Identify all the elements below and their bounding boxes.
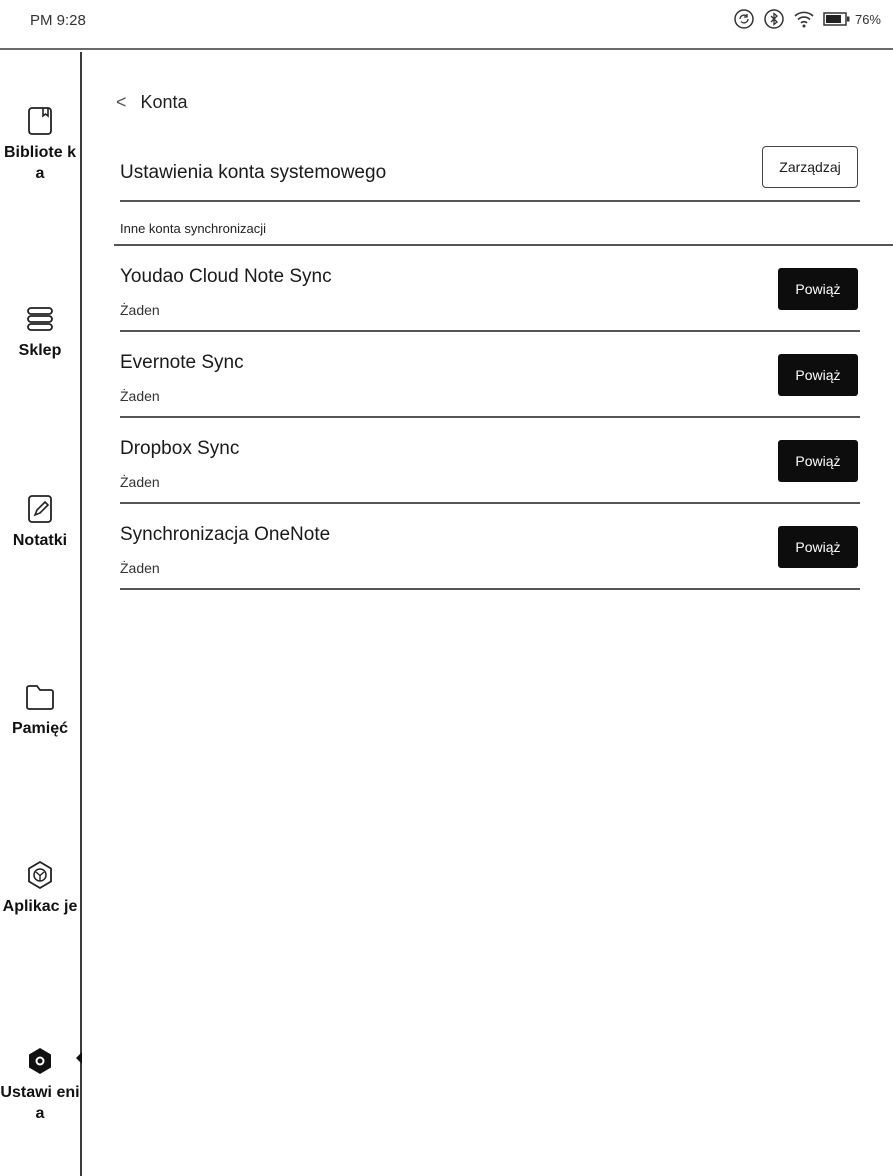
battery-percentage: 76% (854, 11, 881, 27)
account-name: Youdao Cloud Note Sync (120, 266, 332, 287)
status-bar: PM 9:28 76% (0, 0, 893, 50)
sidebar-item-label: Aplikac je (2, 898, 78, 915)
book-icon (25, 104, 55, 138)
account-name: Evernote Sync (120, 352, 244, 373)
manage-button[interactable]: Zarządzaj (762, 146, 858, 188)
account-name: Dropbox Sync (120, 438, 240, 459)
account-row-dropbox: Dropbox Sync Żaden Powiąż (120, 418, 860, 504)
sidebar-item-label: Sklep (18, 342, 62, 359)
account-status: Żaden (120, 560, 160, 576)
system-account-title: Ustawienia konta systemowego (120, 162, 387, 183)
bind-button[interactable]: Powiąż (778, 354, 858, 396)
account-row-evernote: Evernote Sync Żaden Powiąż (120, 332, 860, 418)
active-indicator (76, 1052, 82, 1064)
system-account-row: Ustawienia konta systemowego Zarządzaj (120, 144, 860, 202)
bind-button[interactable]: Powiąż (778, 268, 858, 310)
bind-button[interactable]: Powiąż (778, 526, 858, 568)
sidebar-item-notes[interactable]: Notatki (0, 492, 80, 551)
sidebar-item-label: Pamięć (11, 720, 69, 737)
note-icon (25, 492, 55, 526)
sidebar-item-label: Notatki (12, 532, 68, 549)
sidebar-item-settings[interactable]: Ustawi enia (0, 1044, 80, 1124)
account-row-youdao: Youdao Cloud Note Sync Żaden Powiąż (120, 246, 860, 332)
store-icon (25, 302, 55, 336)
sidebar-item-label: Bibliote ka (3, 144, 76, 182)
bluetooth-icon (763, 8, 785, 30)
sidebar-item-apps[interactable]: Aplikac je (0, 858, 80, 917)
account-status: Żaden (120, 474, 160, 490)
back-button[interactable]: < Konta (116, 92, 188, 113)
bind-button[interactable]: Powiąż (778, 440, 858, 482)
section-header: Inne konta synchronizacji (114, 212, 893, 246)
sidebar-item-store[interactable]: Sklep (0, 302, 80, 361)
account-list: Youdao Cloud Note Sync Żaden Powiąż Ever… (120, 246, 860, 590)
settings-icon (25, 1044, 55, 1078)
account-status: Żaden (120, 388, 160, 404)
account-status: Żaden (120, 302, 160, 318)
page-title: Konta (140, 92, 188, 112)
status-time: PM 9:28 (30, 12, 86, 29)
wifi-icon (793, 9, 815, 29)
chevron-left-icon: < (116, 92, 127, 112)
battery-icon (823, 12, 851, 26)
account-name: Synchronizacja OneNote (120, 524, 331, 545)
sidebar-item-storage[interactable]: Pamięć (0, 680, 80, 739)
sidebar: Bibliote ka Sklep Notatki Pamięć Aplikac… (0, 52, 82, 1176)
account-row-onenote: Synchronizacja OneNote Żaden Powiąż (120, 504, 860, 590)
sync-icon (733, 8, 755, 30)
sidebar-item-label: Ustawi enia (0, 1084, 80, 1122)
apps-icon (25, 858, 55, 892)
main-content: < Konta Ustawienia konta systemowego Zar… (84, 52, 893, 1176)
folder-icon (25, 680, 55, 714)
status-icons: 76% (733, 8, 881, 30)
sidebar-item-library[interactable]: Bibliote ka (0, 104, 80, 184)
